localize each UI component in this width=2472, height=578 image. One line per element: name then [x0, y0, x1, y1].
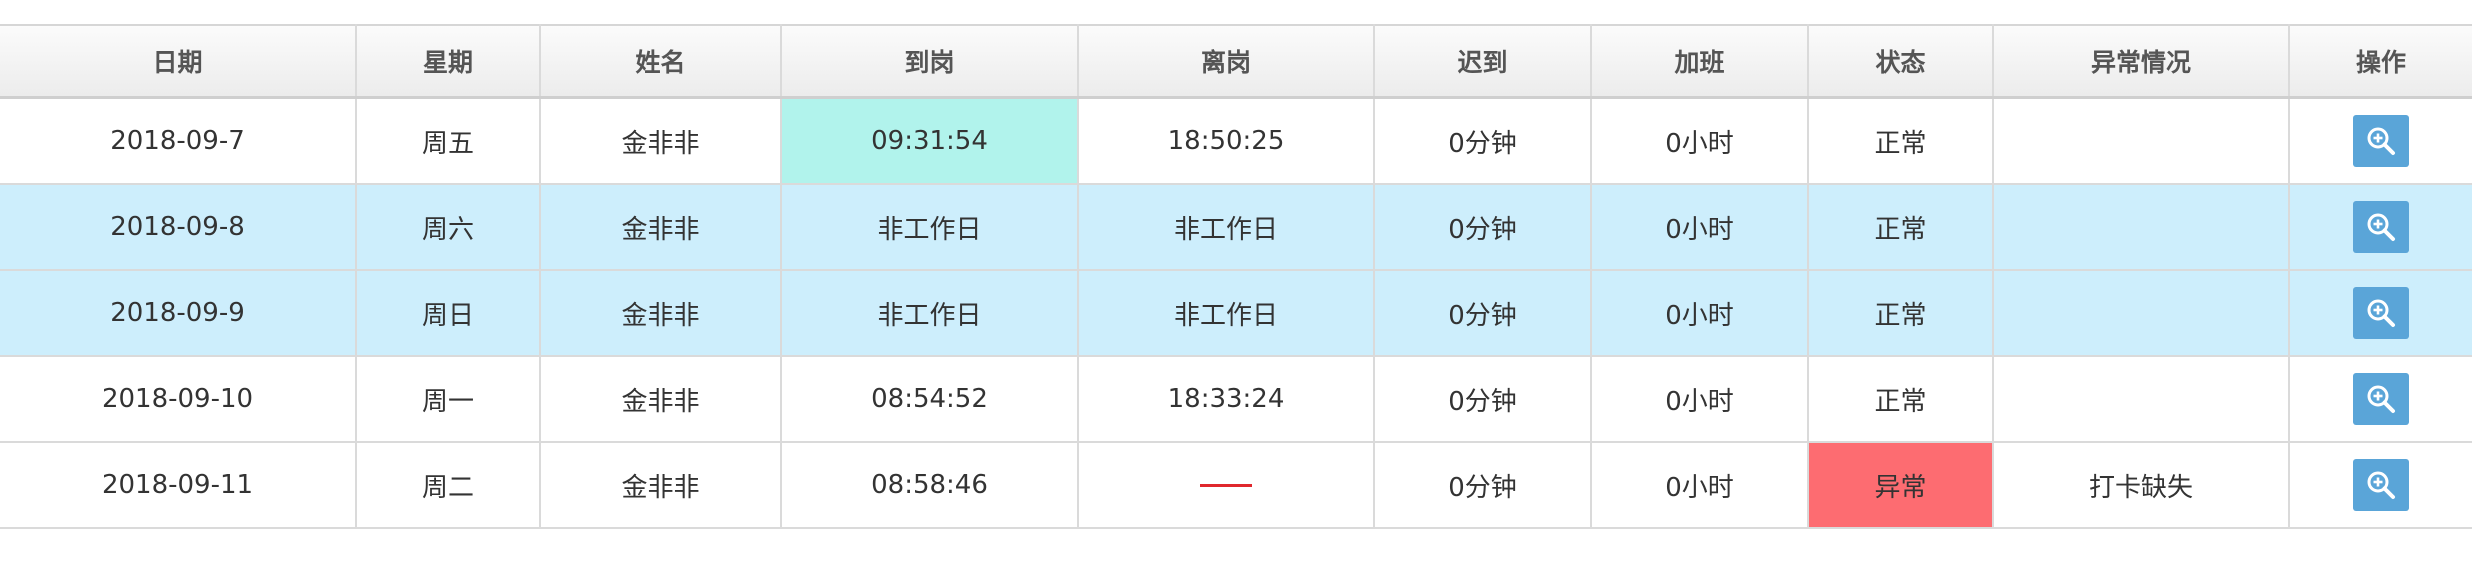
cell-action	[2288, 355, 2472, 443]
view-detail-button[interactable]	[2353, 115, 2409, 167]
missing-punch-dash	[1200, 484, 1252, 487]
cell-overtime: 0小时	[1590, 269, 1809, 357]
cell-exception	[1992, 269, 2290, 357]
cell-status-abnormal: 异常	[1807, 441, 1994, 529]
cell-weekday: 周日	[355, 269, 541, 357]
view-detail-button[interactable]	[2353, 287, 2409, 339]
cell-late: 0分钟	[1373, 96, 1592, 185]
cell-overtime: 0小时	[1590, 96, 1809, 185]
cell-exception	[1992, 355, 2290, 443]
cell-date: 2018-09-7	[0, 96, 357, 185]
table-row: 2018-09-9 周日 金非非 非工作日 非工作日 0分钟 0小时 正常	[0, 269, 2472, 357]
cell-arrive: 非工作日	[780, 183, 1079, 271]
cell-status: 正常	[1807, 96, 1994, 185]
cell-late: 0分钟	[1373, 269, 1592, 357]
header-exception: 异常情况	[1992, 24, 2290, 99]
cell-overtime: 0小时	[1590, 441, 1809, 529]
header-date: 日期	[0, 24, 357, 99]
header-weekday: 星期	[355, 24, 541, 99]
table-row: 2018-09-10 周一 金非非 08:54:52 18:33:24 0分钟 …	[0, 355, 2472, 443]
view-detail-button[interactable]	[2353, 201, 2409, 253]
cell-status: 正常	[1807, 355, 1994, 443]
cell-weekday: 周六	[355, 183, 541, 271]
cell-date: 2018-09-9	[0, 269, 357, 357]
cell-exception	[1992, 183, 2290, 271]
cell-name: 金非非	[539, 441, 782, 529]
cell-status: 正常	[1807, 183, 1994, 271]
zoom-in-icon	[2367, 213, 2395, 241]
view-detail-button[interactable]	[2353, 373, 2409, 425]
cell-name: 金非非	[539, 183, 782, 271]
table-header: 日期 星期 姓名 到岗 离岗 迟到 加班 状态 异常情况 操作	[0, 24, 2472, 99]
cell-name: 金非非	[539, 96, 782, 185]
header-status: 状态	[1807, 24, 1994, 99]
cell-date: 2018-09-8	[0, 183, 357, 271]
cell-leave: 18:50:25	[1077, 96, 1375, 185]
header-action: 操作	[2288, 24, 2472, 99]
cell-action	[2288, 441, 2472, 529]
header-late: 迟到	[1373, 24, 1592, 99]
cell-exception	[1992, 96, 2290, 185]
cell-status: 正常	[1807, 269, 1994, 357]
cell-overtime: 0小时	[1590, 355, 1809, 443]
cell-date: 2018-09-11	[0, 441, 357, 529]
cell-leave-missing	[1077, 441, 1375, 529]
cell-leave: 18:33:24	[1077, 355, 1375, 443]
cell-weekday: 周一	[355, 355, 541, 443]
cell-late: 0分钟	[1373, 183, 1592, 271]
attendance-table-container: 日期 星期 姓名 到岗 离岗 迟到 加班 状态 异常情况 操作 2018-09-…	[0, 24, 2472, 529]
cell-name: 金非非	[539, 355, 782, 443]
cell-leave: 非工作日	[1077, 269, 1375, 357]
cell-late: 0分钟	[1373, 441, 1592, 529]
attendance-table: 日期 星期 姓名 到岗 离岗 迟到 加班 状态 异常情况 操作 2018-09-…	[0, 24, 2472, 529]
table-row: 2018-09-7 周五 金非非 09:31:54 18:50:25 0分钟 0…	[0, 96, 2472, 185]
header-overtime: 加班	[1590, 24, 1809, 99]
header-arrive: 到岗	[780, 24, 1079, 99]
cell-leave: 非工作日	[1077, 183, 1375, 271]
zoom-in-icon	[2367, 471, 2395, 499]
cell-overtime: 0小时	[1590, 183, 1809, 271]
zoom-in-icon	[2367, 385, 2395, 413]
view-detail-button[interactable]	[2353, 459, 2409, 511]
cell-action	[2288, 269, 2472, 357]
cell-action	[2288, 96, 2472, 185]
header-row: 日期 星期 姓名 到岗 离岗 迟到 加班 状态 异常情况 操作	[0, 24, 2472, 99]
cell-action	[2288, 183, 2472, 271]
cell-late: 0分钟	[1373, 355, 1592, 443]
table-body: 2018-09-7 周五 金非非 09:31:54 18:50:25 0分钟 0…	[0, 96, 2472, 529]
table-row: 2018-09-11 周二 金非非 08:58:46 0分钟 0小时 异常 打卡…	[0, 441, 2472, 529]
cell-arrive: 08:58:46	[780, 441, 1079, 529]
cell-arrive-late-highlight: 09:31:54	[780, 96, 1079, 185]
cell-exception: 打卡缺失	[1992, 441, 2290, 529]
header-leave: 离岗	[1077, 24, 1375, 99]
zoom-in-icon	[2367, 299, 2395, 327]
cell-arrive: 非工作日	[780, 269, 1079, 357]
table-row: 2018-09-8 周六 金非非 非工作日 非工作日 0分钟 0小时 正常	[0, 183, 2472, 271]
zoom-in-icon	[2367, 127, 2395, 155]
cell-name: 金非非	[539, 269, 782, 357]
cell-date: 2018-09-10	[0, 355, 357, 443]
cell-arrive: 08:54:52	[780, 355, 1079, 443]
cell-weekday: 周二	[355, 441, 541, 529]
cell-weekday: 周五	[355, 96, 541, 185]
header-name: 姓名	[539, 24, 782, 99]
